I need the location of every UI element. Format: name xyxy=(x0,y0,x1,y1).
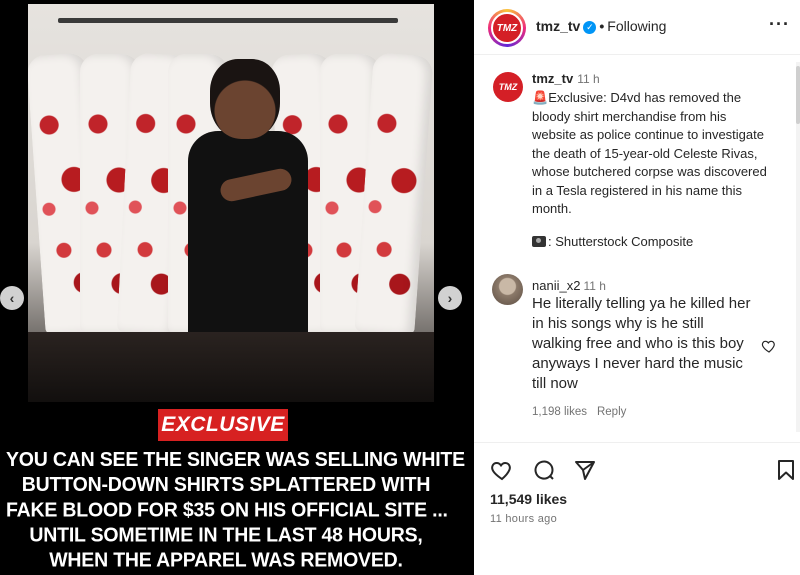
chevron-right-icon: › xyxy=(447,290,453,306)
scrollbar-thumb[interactable] xyxy=(796,66,800,124)
comment-meta: 1,198 likes Reply xyxy=(532,406,626,418)
chevron-left-icon: ‹ xyxy=(9,290,15,306)
post-media[interactable]: ‹ › EXCLUSIVE YOU CAN SEE THE SINGER WAS… xyxy=(0,0,474,575)
image-caption: YOU CAN SEE THE SINGER WAS SELLING WHITE… xyxy=(6,447,465,573)
username-link[interactable]: tmz_tv xyxy=(536,18,580,34)
exclusive-badge: EXCLUSIVE xyxy=(158,409,288,441)
likes-count[interactable]: 11,549 likes xyxy=(490,491,567,507)
caption-line: WHEN THE APPAREL WAS REMOVED. xyxy=(49,548,403,572)
comment-time[interactable]: 11 h xyxy=(583,279,605,293)
clothing-rack xyxy=(58,18,398,23)
action-bar: 11,549 likes 11 hours ago xyxy=(474,442,800,575)
caption-line: BUTTON-DOWN SHIRTS SPLATTERED WITH xyxy=(21,473,431,497)
post-header: TMZ tmz_tv ✓ • Following ··· xyxy=(474,0,800,55)
comment-likes[interactable]: 1,198 likes xyxy=(532,406,587,418)
reply-button[interactable]: Reply xyxy=(597,406,626,418)
caption-line: YOU CAN SEE THE SINGER WAS SELLING WHITE xyxy=(6,448,465,472)
separator: • xyxy=(599,18,605,34)
caption-line: FAKE BLOOD FOR $35 ON HIS OFFICIAL SITE … xyxy=(6,498,448,522)
comment-like-heart-icon[interactable] xyxy=(761,338,777,354)
caption-body: Exclusive: D4vd has removed the bloody s… xyxy=(532,90,767,216)
caption-line: UNTIL SOMETIME IN THE LAST 48 HOURS, xyxy=(29,523,423,547)
comment-header: nanii_x2 11 h xyxy=(532,278,606,293)
comment-username[interactable]: nanii_x2 xyxy=(532,278,580,293)
caption-username[interactable]: tmz_tv xyxy=(532,71,573,86)
siren-icon: 🚨 xyxy=(532,90,549,105)
post-time[interactable]: 11 hours ago xyxy=(490,513,557,525)
caption-text: 🚨Exclusive: D4vd has removed the bloody … xyxy=(532,89,768,219)
photo-credit: : Shutterstock Composite xyxy=(532,234,693,249)
comments-section[interactable]: TMZ tmz_tv 11 h 🚨Exclusive: D4vd has remo… xyxy=(474,56,800,440)
carousel-next-button[interactable]: › xyxy=(438,286,462,310)
comment-avatar[interactable] xyxy=(492,274,523,305)
verified-icon: ✓ xyxy=(583,21,597,34)
post-sidebar: TMZ tmz_tv ✓ • Following ··· TMZ tmz_tv 11 h… xyxy=(474,0,800,575)
caption-header: tmz_tv 11 h xyxy=(532,71,600,86)
header-user: tmz_tv ✓ • Following xyxy=(536,18,666,34)
bookmark-icon[interactable] xyxy=(774,458,798,482)
avatar[interactable]: TMZ xyxy=(491,12,523,44)
comment-text: He literally telling ya he killed her in… xyxy=(532,295,751,392)
heart-icon[interactable] xyxy=(490,458,514,482)
carousel-prev-button[interactable]: ‹ xyxy=(0,286,24,310)
caption-time[interactable]: 11 h xyxy=(577,72,599,86)
camera-icon xyxy=(532,236,546,247)
comment-icon[interactable] xyxy=(532,458,556,482)
caption-avatar[interactable]: TMZ xyxy=(493,72,523,102)
share-icon[interactable] xyxy=(573,458,597,482)
more-options-icon[interactable]: ··· xyxy=(769,14,790,35)
following-button[interactable]: Following xyxy=(607,18,666,34)
credit-text: : Shutterstock Composite xyxy=(548,234,694,249)
post-photo xyxy=(28,4,434,402)
floor xyxy=(28,332,434,402)
